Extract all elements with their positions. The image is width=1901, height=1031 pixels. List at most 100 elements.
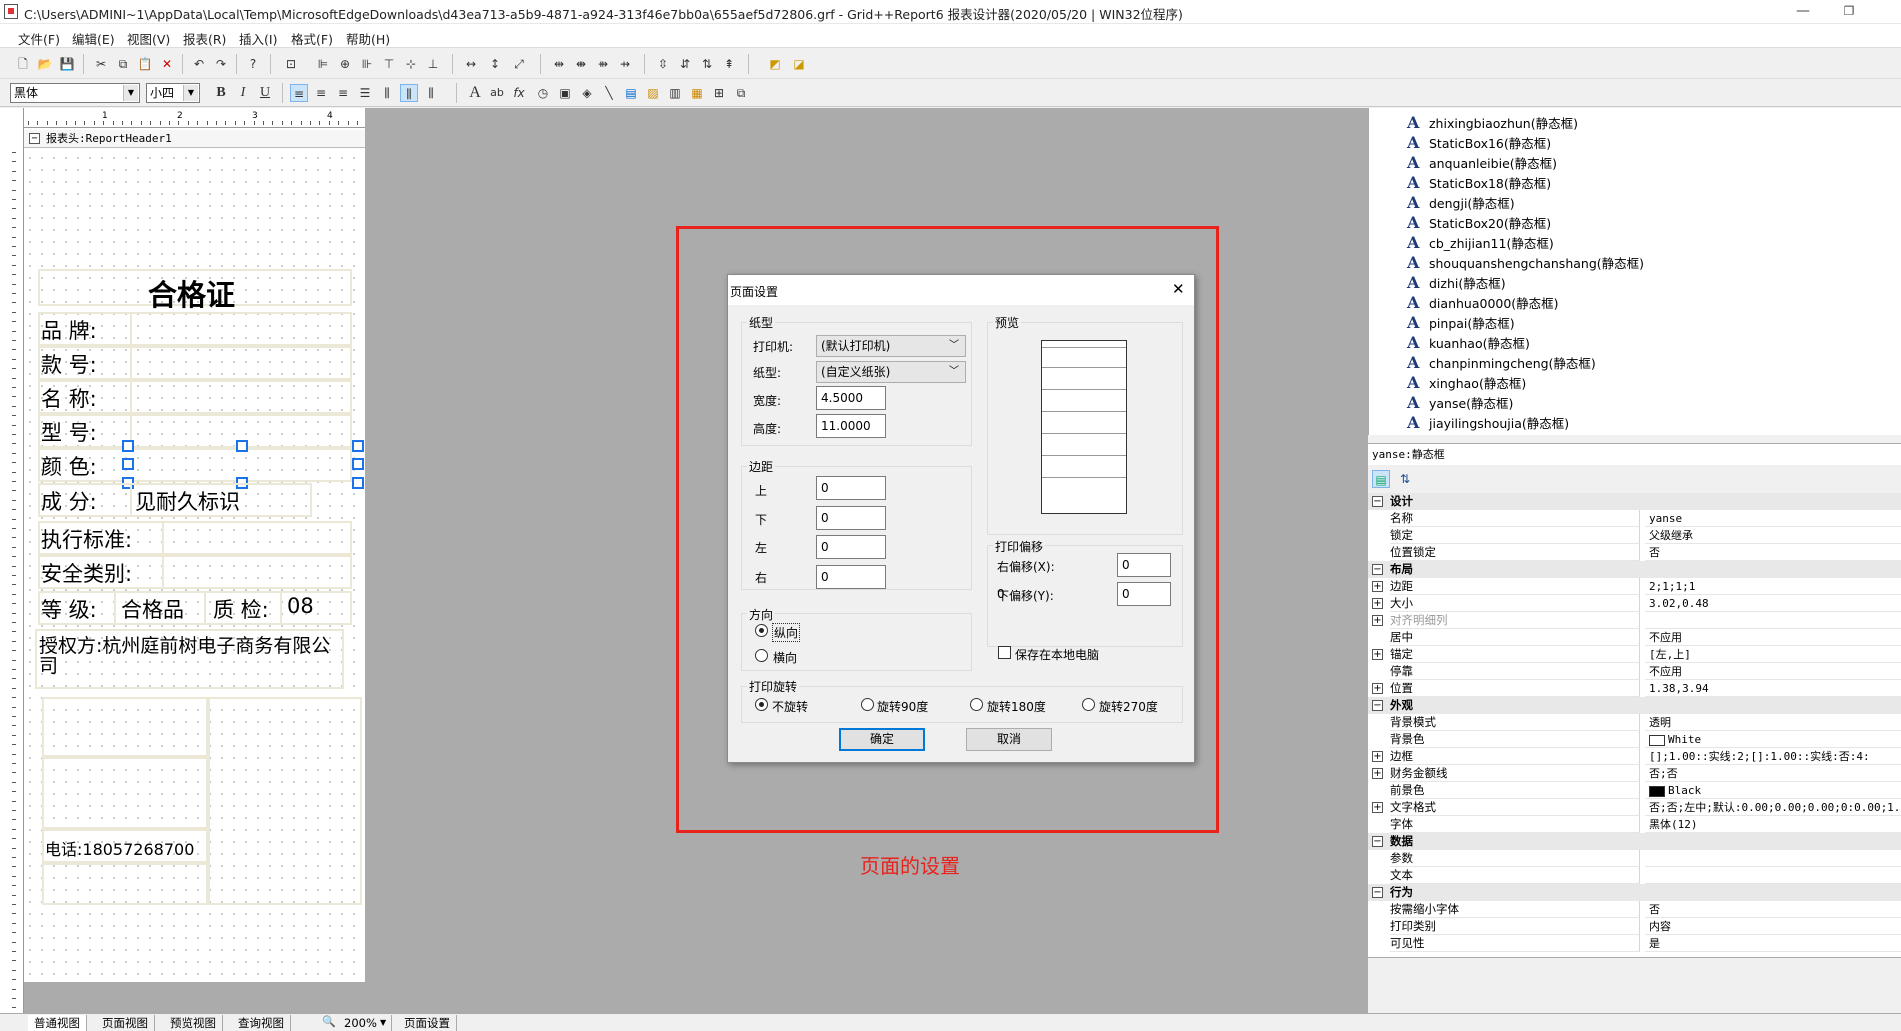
standard-value-box[interactable] bbox=[162, 521, 352, 555]
tree-item[interactable]: A StaticBox16(静态框) bbox=[1407, 133, 1551, 153]
property-value[interactable]: yanse bbox=[1645, 510, 1901, 527]
property-value[interactable]: 黑体(12) bbox=[1645, 816, 1901, 833]
same-height-icon[interactable]: ↕ bbox=[486, 55, 504, 73]
property-row[interactable]: 背景模式 透明 bbox=[1368, 714, 1901, 731]
undo-icon[interactable]: ↶ bbox=[190, 55, 208, 73]
page-setup-tab[interactable]: 页面设置 bbox=[398, 1015, 457, 1031]
h-spacing-dec-icon[interactable]: ⇻ bbox=[594, 55, 612, 73]
rotate-90-radio[interactable] bbox=[861, 698, 874, 711]
paper-select[interactable]: (自定义纸张) ﹀ bbox=[816, 361, 966, 383]
margin-top-input[interactable]: 0 bbox=[816, 476, 886, 500]
property-row[interactable]: + 大小 3.02,0.48 bbox=[1368, 595, 1901, 612]
panel-splitter[interactable] bbox=[1368, 435, 1901, 443]
property-value[interactable]: White bbox=[1645, 731, 1901, 748]
property-value[interactable]: 透明 bbox=[1645, 714, 1901, 731]
tree-item[interactable]: Axinghao(静态框) bbox=[1407, 373, 1526, 393]
property-row[interactable]: 背景色 White bbox=[1368, 731, 1901, 748]
text-bottom-icon[interactable]: ⫼ bbox=[422, 84, 440, 102]
rotate-180-label[interactable]: 旋转180度 bbox=[987, 698, 1046, 715]
minimize-button[interactable]: — bbox=[1780, 0, 1826, 24]
printer-select[interactable]: (默认打印机) ﹀ bbox=[816, 335, 966, 357]
cut-icon[interactable]: ✂ bbox=[92, 55, 110, 73]
expand-icon[interactable]: + bbox=[1372, 598, 1383, 609]
menu-format[interactable]: 格式(F) bbox=[291, 29, 333, 48]
property-value[interactable]: 内容 bbox=[1645, 918, 1901, 935]
align-center-icon[interactable]: ⊕ bbox=[336, 55, 354, 73]
resize-handle[interactable] bbox=[352, 458, 364, 470]
v-spacing-remove-icon[interactable]: ⇞ bbox=[720, 55, 738, 73]
bar-chart-icon[interactable]: ▦ bbox=[688, 84, 706, 102]
property-row[interactable]: 打印类别 内容 bbox=[1368, 918, 1901, 935]
tree-item[interactable]: Adengji(静态框) bbox=[1407, 193, 1515, 213]
image-box-1[interactable] bbox=[42, 697, 208, 757]
paste-icon[interactable]: 📋 bbox=[136, 55, 154, 73]
style-value-box[interactable] bbox=[130, 346, 352, 380]
underline-button[interactable]: U bbox=[256, 84, 274, 102]
v-spacing-dec-icon[interactable]: ⇅ bbox=[698, 55, 716, 73]
rotate-180-radio[interactable] bbox=[970, 698, 983, 711]
rotate-90-label[interactable]: 旋转90度 bbox=[877, 698, 928, 715]
property-value[interactable]: [];1.00::实线:2;[]:1.00::实线:否:4: bbox=[1645, 748, 1901, 765]
tree-item[interactable]: Achanpinmingcheng(静态框) bbox=[1407, 353, 1596, 373]
property-value[interactable]: 3.02,0.48 bbox=[1645, 595, 1901, 612]
rotate-270-label[interactable]: 旋转270度 bbox=[1099, 698, 1158, 715]
tree-item[interactable]: Ajiayilingshoujia(静态框) bbox=[1407, 413, 1569, 433]
rotate-270-radio[interactable] bbox=[1082, 698, 1095, 711]
property-row[interactable]: + 边距 2;1;1;1 bbox=[1368, 578, 1901, 595]
chart-icon[interactable]: ▤ bbox=[622, 84, 640, 102]
menu-view[interactable]: 视图(V) bbox=[127, 29, 170, 48]
cancel-button[interactable]: 取消 bbox=[966, 728, 1052, 751]
right-offset-input[interactable]: 0 bbox=[1117, 553, 1171, 577]
property-value[interactable]: Black bbox=[1645, 782, 1901, 799]
property-value[interactable]: 否;否 bbox=[1645, 765, 1901, 782]
field-box-icon[interactable]: ▣ bbox=[556, 84, 574, 102]
same-width-icon[interactable]: ↔ bbox=[462, 55, 480, 73]
property-value[interactable] bbox=[1645, 867, 1901, 884]
resize-handle[interactable] bbox=[352, 477, 364, 489]
select-icon[interactable]: ⊡ bbox=[282, 55, 300, 73]
height-input[interactable]: 11.0000 bbox=[816, 414, 886, 438]
tree-item[interactable]: Akuanhao(静态框) bbox=[1407, 333, 1530, 353]
tree-item[interactable]: Apinpai(静态框) bbox=[1407, 313, 1515, 333]
picture-icon[interactable]: ▨ bbox=[644, 84, 662, 102]
property-row[interactable]: 锁定 父级继承 bbox=[1368, 527, 1901, 544]
tab-normal-view[interactable]: 普通视图 bbox=[28, 1015, 87, 1031]
new-file-icon[interactable]: 🗋 bbox=[14, 55, 32, 73]
collapse-icon[interactable]: − bbox=[1372, 700, 1383, 711]
send-back-icon[interactable]: ◪ bbox=[790, 55, 808, 73]
property-row[interactable]: + 位置 1.38,3.94 bbox=[1368, 680, 1901, 697]
copy-icon[interactable]: ⧉ bbox=[114, 55, 132, 73]
property-value[interactable]: 不应用 bbox=[1645, 663, 1901, 680]
property-row[interactable]: + 锚定 [左,上] bbox=[1368, 646, 1901, 663]
property-row[interactable]: 前景色 Black bbox=[1368, 782, 1901, 799]
expand-icon[interactable]: + bbox=[1372, 581, 1383, 592]
property-row[interactable]: 居中 不应用 bbox=[1368, 629, 1901, 646]
expand-icon[interactable]: + bbox=[1372, 649, 1383, 660]
margin-left-input[interactable]: 0 bbox=[816, 535, 886, 559]
shape-icon[interactable]: ◈ bbox=[578, 84, 596, 102]
subreport-icon[interactable]: ⧉ bbox=[732, 84, 750, 102]
property-category[interactable]: − 行为 bbox=[1368, 884, 1901, 901]
tree-item[interactable]: A StaticBox18(静态框) bbox=[1407, 173, 1551, 193]
property-value[interactable]: 2;1;1;1 bbox=[1645, 578, 1901, 595]
menu-edit[interactable]: 编辑(E) bbox=[72, 29, 115, 48]
memo-box-icon[interactable]: ab bbox=[488, 84, 506, 102]
resize-handle[interactable] bbox=[352, 440, 364, 452]
report-header-band[interactable]: − 报表头:ReportHeader1 bbox=[24, 130, 365, 148]
resize-handle[interactable] bbox=[122, 458, 134, 470]
width-input[interactable]: 4.5000 bbox=[816, 386, 886, 410]
delete-icon[interactable]: ✕ bbox=[158, 55, 176, 73]
property-value[interactable]: [左,上] bbox=[1645, 646, 1901, 663]
margin-bottom-input[interactable]: 0 bbox=[816, 506, 886, 530]
save-local-checkbox[interactable] bbox=[998, 646, 1011, 659]
property-row[interactable]: + 对齐明细列 bbox=[1368, 612, 1901, 629]
property-value[interactable] bbox=[1645, 612, 1901, 629]
resize-handle[interactable] bbox=[122, 440, 134, 452]
tree-item[interactable]: Ashouquanshengchanshang(静态框) bbox=[1407, 253, 1644, 273]
menu-help[interactable]: 帮助(H) bbox=[346, 29, 390, 48]
expand-icon[interactable]: + bbox=[1372, 683, 1383, 694]
expand-icon[interactable]: + bbox=[1372, 751, 1383, 762]
tab-preview-view[interactable]: 预览视图 bbox=[164, 1015, 223, 1031]
v-spacing-inc-icon[interactable]: ⇵ bbox=[676, 55, 694, 73]
text-middle-icon[interactable]: ⫼ bbox=[400, 84, 418, 102]
